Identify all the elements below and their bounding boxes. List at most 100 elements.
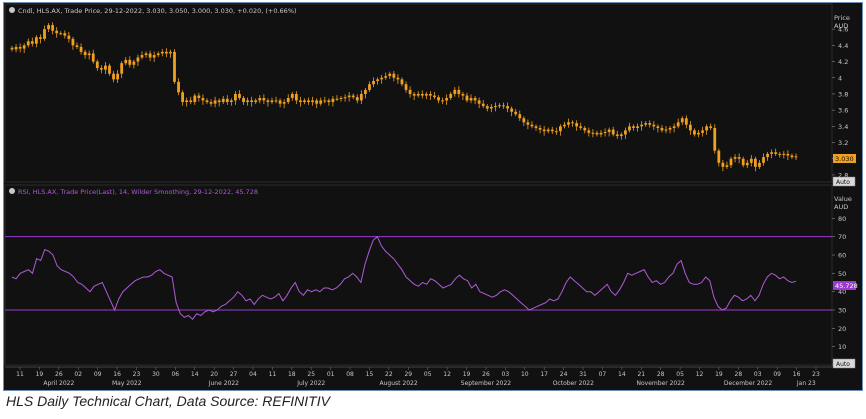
day-tick-label: 09 — [773, 371, 781, 378]
day-tick-label: 08 — [346, 371, 354, 378]
day-tick-label: 02 — [74, 371, 82, 378]
candle-body — [250, 100, 254, 103]
month-label: September 2022 — [461, 380, 512, 387]
day-tick-label: 26 — [482, 371, 490, 378]
candle-body — [542, 129, 546, 132]
candle-body — [416, 93, 420, 96]
candle-body — [51, 25, 55, 31]
price-tick-label: 3.2 — [838, 139, 848, 147]
candle-body — [628, 126, 631, 131]
rsi-legend-dot[interactable] — [9, 188, 15, 194]
month-label: December 2022 — [724, 380, 772, 387]
day-tick-label: 31 — [579, 371, 587, 378]
day-tick-label: 19 — [463, 371, 471, 378]
date-axis: 11 19 26 02 09 16 23 30 06 14 20 27 04 11 18 25 01 08 15 22… — [5, 366, 832, 387]
price-tick-label: 4 — [838, 74, 842, 82]
candle-body — [676, 122, 680, 127]
candle-body — [254, 100, 258, 103]
candle-body — [327, 100, 331, 103]
day-tick-label: 17 — [540, 371, 548, 378]
candle-body — [173, 51, 176, 82]
candle-body — [567, 122, 570, 125]
candle-body — [294, 93, 298, 101]
candle-body — [315, 100, 319, 104]
candle-body — [408, 89, 412, 94]
day-tick-label: 28 — [657, 371, 665, 378]
candle-body — [128, 59, 132, 65]
candle-body — [412, 93, 416, 96]
candle-body — [697, 132, 700, 135]
candle-body — [660, 127, 664, 131]
candle-body — [319, 100, 323, 104]
rsi-tick-label: 30 — [838, 307, 846, 315]
candle-body — [774, 152, 778, 154]
rsi-legend: RSI, HLS.AX, Trade Price(Last), 14, Wild… — [18, 188, 258, 196]
candle-body — [668, 127, 672, 130]
candle-body — [274, 100, 278, 102]
month-label: May 2022 — [112, 380, 142, 387]
candle-body — [445, 98, 449, 101]
candle-body — [286, 98, 290, 103]
candle-body — [579, 126, 583, 128]
candle-body — [108, 65, 111, 74]
rsi-tick-label: 20 — [838, 325, 846, 333]
day-tick-label: 15 — [366, 371, 374, 378]
candle-body — [664, 129, 668, 131]
candle-body — [563, 124, 566, 127]
month-label: November 2022 — [636, 380, 685, 387]
price-current-label: 3.030 — [835, 155, 854, 163]
technical-chart: Cndl, HLS.AX, Trade Price, 29-12-2022, 3… — [4, 3, 858, 387]
candle-body — [770, 152, 774, 154]
candle-body — [67, 35, 71, 39]
candle-body — [197, 95, 201, 98]
candle-body — [741, 158, 745, 166]
candle-body — [71, 38, 75, 46]
candle-body — [380, 77, 384, 80]
day-tick-label: 16 — [793, 371, 801, 378]
candle-body — [420, 93, 424, 96]
candle-body — [749, 158, 753, 163]
candle-body — [75, 45, 79, 47]
candle-body — [234, 93, 237, 101]
candle-body — [433, 95, 436, 98]
price-legend-dot[interactable] — [9, 7, 15, 13]
day-tick-label: 10 — [521, 371, 529, 378]
day-tick-label: 03 — [502, 371, 510, 378]
candle-body — [156, 53, 160, 56]
candle-body — [429, 93, 432, 96]
candle-body — [181, 92, 185, 103]
candle-body — [546, 129, 550, 132]
day-tick-label: 29 — [404, 371, 412, 378]
rsi-auto-label: Auto — [836, 361, 850, 368]
candle-body — [510, 108, 514, 112]
candle-body — [396, 77, 400, 80]
price-tick-label: 3.8 — [838, 90, 848, 98]
rsi-tick-label: 70 — [838, 233, 846, 241]
candle-body — [583, 127, 587, 131]
candle-body — [441, 100, 444, 102]
candle-body — [729, 158, 733, 166]
candle-body — [39, 37, 42, 39]
candle-body — [493, 106, 497, 108]
candle-body — [522, 118, 526, 123]
candle-body — [359, 93, 363, 101]
candle-body — [672, 126, 676, 128]
candle-body — [376, 79, 379, 81]
candle-body — [95, 61, 99, 69]
candle-body — [311, 100, 315, 103]
candle-body — [347, 95, 351, 98]
candle-body — [262, 98, 266, 101]
day-tick-label: 05 — [676, 371, 684, 378]
candle-body — [457, 89, 461, 94]
candle-body — [148, 53, 152, 58]
candle-body — [481, 103, 485, 107]
candle-body — [116, 73, 120, 80]
candle-body — [43, 29, 46, 39]
candle-body — [201, 98, 205, 101]
figure-caption: HLS Daily Technical Chart, Data Source: … — [6, 393, 330, 409]
candle-body — [550, 129, 554, 132]
price-auto-label: Auto — [836, 179, 850, 186]
candle-body — [688, 124, 692, 131]
price-axis-title: Price — [834, 14, 850, 22]
candle-body — [124, 59, 128, 64]
